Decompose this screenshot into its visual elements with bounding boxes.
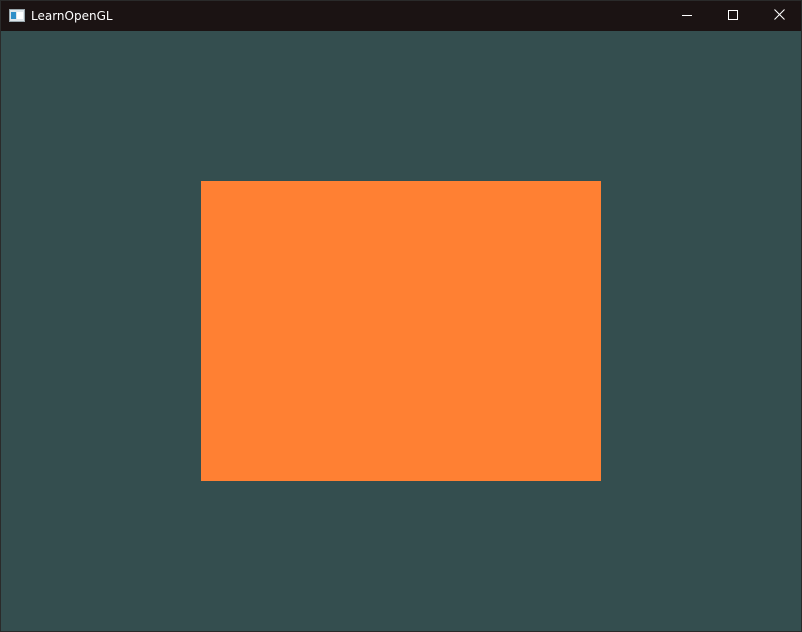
close-button[interactable] [756,1,802,31]
close-icon [773,7,785,25]
orange-rectangle [201,181,601,481]
minimize-icon [682,7,692,25]
window-app-icon [9,9,25,22]
app-window: LearnOpenGL [0,0,802,632]
maximize-icon [728,7,738,25]
title-bar[interactable]: LearnOpenGL [1,1,801,31]
maximize-button[interactable] [710,1,756,31]
opengl-viewport[interactable] [1,31,801,631]
minimize-button[interactable] [664,1,710,31]
window-title: LearnOpenGL [31,9,113,23]
